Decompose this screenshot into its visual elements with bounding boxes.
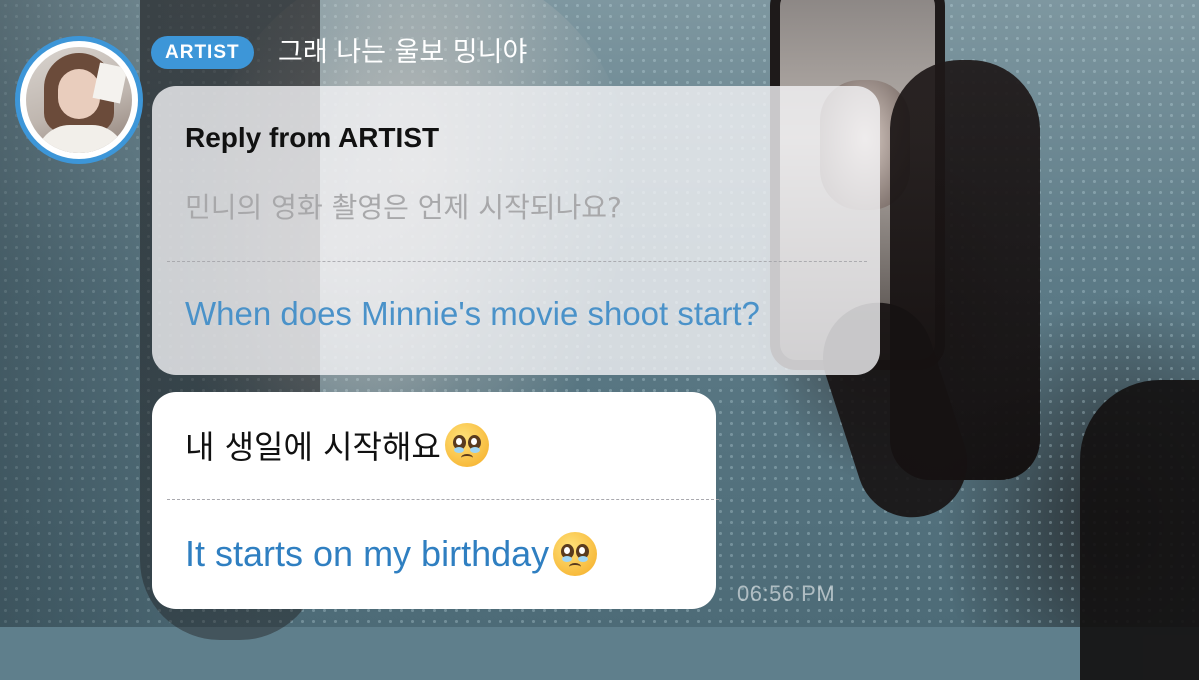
background-shoulder bbox=[1080, 380, 1199, 680]
reply-bubble[interactable]: Reply from ARTIST 민니의 영화 촬영은 언제 시작되나요? W… bbox=[152, 86, 880, 375]
avatar-shirt bbox=[36, 125, 126, 153]
answer-translation-row: It starts on my birthday bbox=[185, 532, 598, 576]
answer-translation: It starts on my birthday bbox=[185, 533, 550, 574]
avatar-paper bbox=[92, 62, 128, 104]
pleading-face-icon bbox=[553, 532, 598, 576]
answer-text: 내 생일에 시작해요 bbox=[185, 428, 441, 466]
reply-question: 민니의 영화 촬영은 언제 시작되나요? bbox=[185, 191, 622, 224]
answer-bubble[interactable]: 내 생일에 시작해요 It starts on my birthday bbox=[152, 392, 719, 609]
answer-divider bbox=[167, 499, 719, 500]
reply-title: Reply from ARTIST bbox=[185, 122, 440, 153]
avatar-image bbox=[26, 47, 132, 153]
artist-badge: ARTIST bbox=[151, 36, 254, 69]
reply-translation: When does Minnie's movie shoot start? bbox=[185, 295, 760, 332]
pleading-face-icon bbox=[444, 423, 489, 467]
answer-text-row: 내 생일에 시작해요 bbox=[185, 422, 489, 468]
display-name: 그래 나는 울보 밍니야 bbox=[278, 37, 528, 68]
avatar[interactable] bbox=[15, 36, 143, 164]
reply-divider bbox=[167, 261, 867, 262]
message-timestamp: 06:56 PM bbox=[737, 581, 836, 606]
